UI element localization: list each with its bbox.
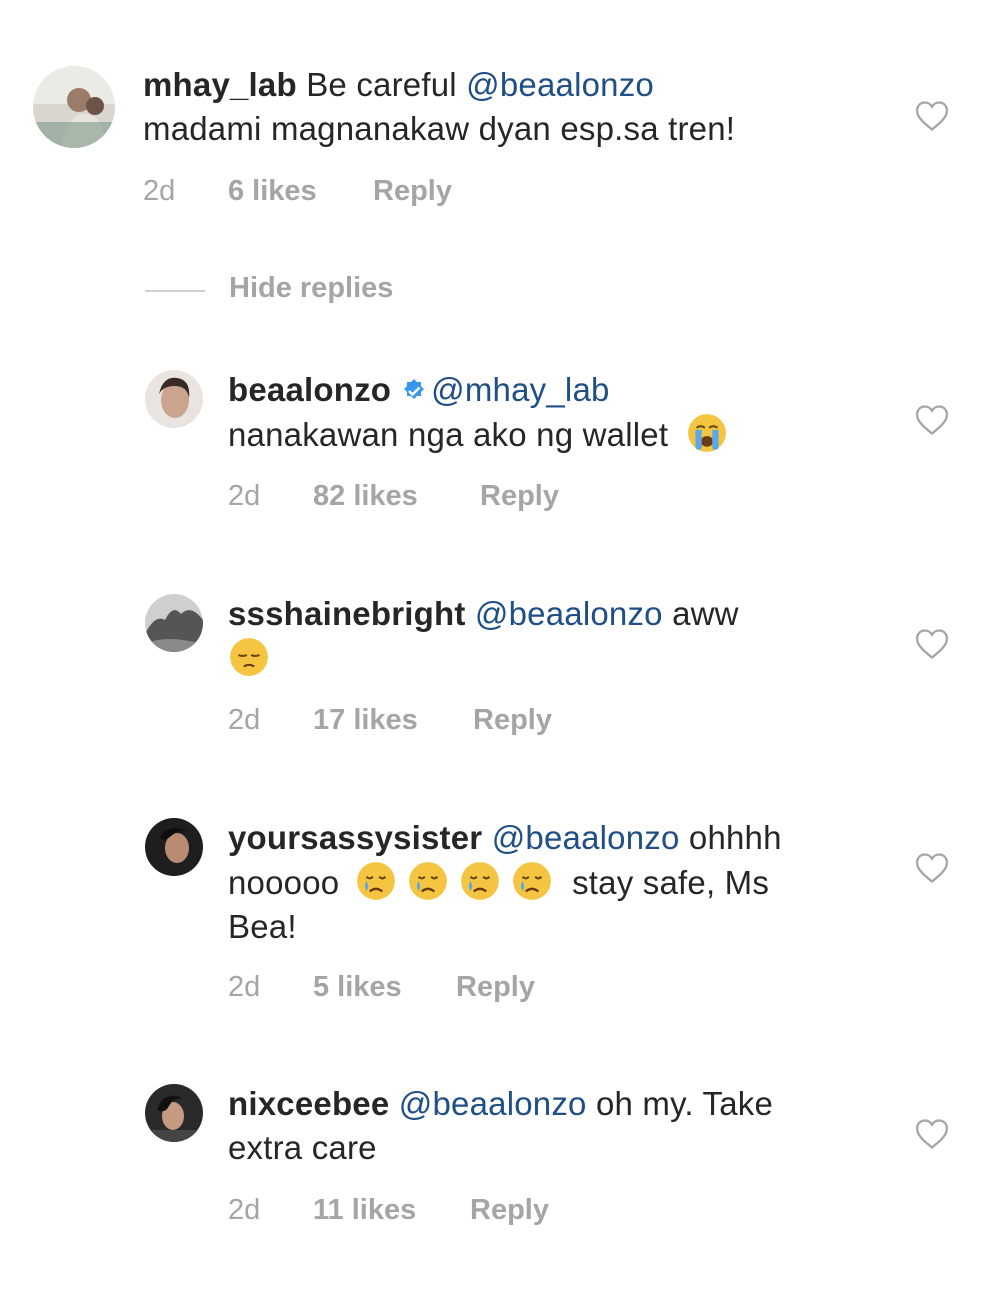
mention-link[interactable]: @beaalonzo <box>492 819 680 856</box>
avatar[interactable] <box>33 66 115 148</box>
username[interactable]: mhay_lab <box>143 66 297 103</box>
divider <box>145 290 205 292</box>
mention-link[interactable]: @beaalonzo <box>466 66 654 103</box>
crying-face-icon <box>459 860 501 902</box>
heart-icon[interactable] <box>915 1118 949 1150</box>
reply-button[interactable]: Reply <box>480 480 559 513</box>
timestamp[interactable]: 2d <box>228 971 260 1004</box>
comment-text: stay safe, Ms <box>572 864 770 901</box>
crying-face-icon <box>407 860 449 902</box>
reply-button[interactable]: Reply <box>470 1194 549 1227</box>
timestamp[interactable]: 2d <box>228 480 260 513</box>
avatar[interactable] <box>145 1084 203 1142</box>
timestamp[interactable]: 2d <box>143 175 175 208</box>
likes-count[interactable]: 5 likes <box>313 971 402 1004</box>
crying-face-icon <box>511 860 553 902</box>
heart-icon[interactable] <box>915 852 949 884</box>
mention-link[interactable]: @beaalonzo <box>399 1085 587 1122</box>
reply-button[interactable]: Reply <box>373 175 452 208</box>
avatar[interactable] <box>145 370 203 428</box>
username[interactable]: beaalonzo <box>228 371 391 408</box>
heart-icon[interactable] <box>915 100 949 132</box>
verified-badge-icon <box>401 371 427 399</box>
timestamp[interactable]: 2d <box>228 704 260 737</box>
likes-count[interactable]: 82 likes <box>313 480 418 513</box>
reply-button[interactable]: Reply <box>456 971 535 1004</box>
comment-text: extra care <box>228 1129 377 1166</box>
hide-replies-label[interactable]: Hide replies <box>229 272 393 305</box>
likes-count[interactable]: 6 likes <box>228 175 317 208</box>
pensive-face-icon <box>228 636 270 678</box>
comment-text: madami magnanakaw dyan esp.sa tren! <box>143 110 736 147</box>
avatar[interactable] <box>145 594 203 652</box>
reply-button[interactable]: Reply <box>473 704 552 737</box>
loudly-crying-face-icon <box>686 412 728 454</box>
mention-link[interactable]: @beaalonzo <box>475 595 663 632</box>
mention-link[interactable]: @mhay_lab <box>431 371 609 408</box>
likes-count[interactable]: 17 likes <box>313 704 418 737</box>
comment-text: ohhhh <box>679 819 782 856</box>
comment-text: nooooo <box>228 864 340 901</box>
comment-text: aww <box>662 595 739 632</box>
comment-text: Bea! <box>228 908 297 945</box>
username[interactable]: yoursassysister <box>228 819 482 856</box>
username[interactable]: ssshainebright <box>228 595 466 632</box>
timestamp[interactable]: 2d <box>228 1194 260 1227</box>
username[interactable]: nixceebee <box>228 1085 389 1122</box>
heart-icon[interactable] <box>915 404 949 436</box>
comment-text: nanakawan nga ako ng wallet <box>228 416 669 453</box>
heart-icon[interactable] <box>915 628 949 660</box>
crying-face-icon <box>355 860 397 902</box>
comment-text: Be careful <box>306 66 467 103</box>
comment-text: oh my. Take <box>586 1085 774 1122</box>
likes-count[interactable]: 11 likes <box>313 1194 416 1227</box>
avatar[interactable] <box>145 818 203 876</box>
